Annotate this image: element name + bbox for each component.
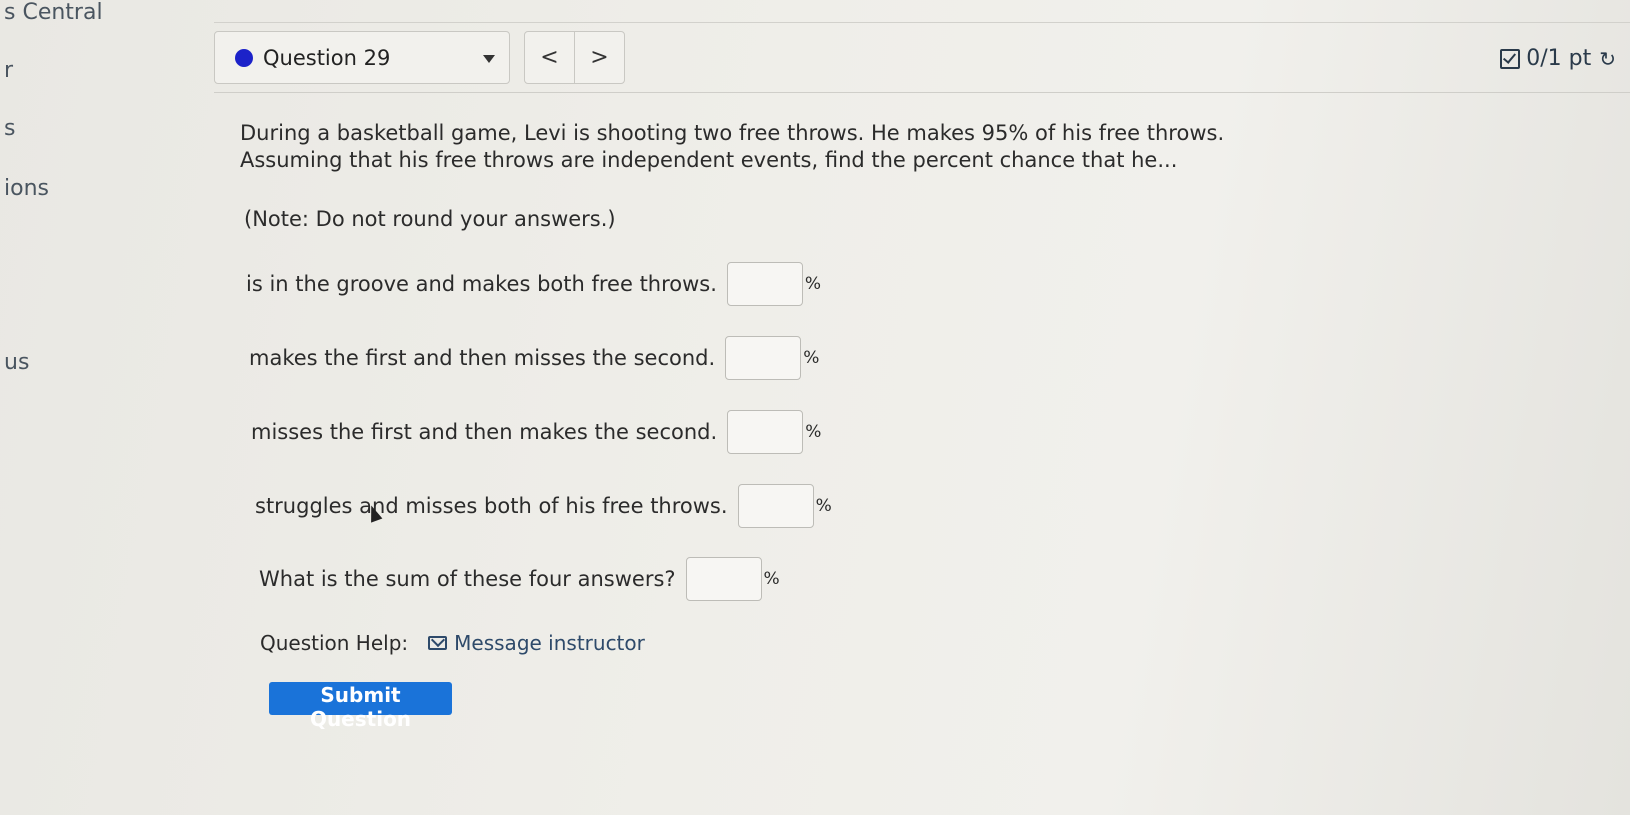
percent-unit: % [805,422,822,442]
header-divider [214,92,1630,93]
percent-unit: % [815,496,832,516]
answer-row: misses the first and then makes the seco… [251,410,821,454]
answer-row: What is the sum of these four answers? % [259,557,780,601]
mail-icon[interactable] [428,636,448,650]
score-text: 0/1 pt [1526,46,1592,71]
question-nav: < > [524,31,625,84]
answer-row: is in the groove and makes both free thr… [246,262,821,306]
message-instructor-link[interactable]: Message instructor [454,631,645,655]
submit-question-button[interactable]: Submit Question [269,682,452,731]
sidebar-item-2[interactable]: r [4,58,13,83]
answer-row: makes the first and then misses the seco… [249,336,819,380]
sidebar-item-central[interactable]: s Central [4,0,103,25]
question-help: Question Help: Message instructor [260,631,645,655]
answer-label: makes the first and then misses the seco… [249,346,716,370]
answer-label: misses the first and then makes the seco… [251,420,718,444]
previous-question-button[interactable]: < [525,32,574,83]
problem-text: During a basketball game, Levi is shooti… [240,121,1225,172]
question-select[interactable]: Question 29 [214,31,510,84]
answer-input-miss-make[interactable] [727,410,804,454]
answer-label: What is the sum of these four answers? [259,567,676,591]
sidebar-item-4[interactable]: ions [4,176,49,201]
status-dot-icon [235,48,253,67]
sidebar-item-5[interactable]: us [4,350,29,375]
retry-icon[interactable]: ↻ [1599,47,1616,71]
question-select-label: Question 29 [263,45,391,70]
score-display: 0/1 pt ↻ [1500,46,1616,71]
question-help-label: Question Help: [260,631,409,655]
answer-input-both-miss[interactable] [737,484,814,528]
answer-input-make-miss[interactable] [725,336,802,380]
checkbox-icon [1500,48,1521,69]
top-divider [214,22,1630,23]
percent-unit: % [804,274,822,294]
percent-unit: % [803,348,820,368]
note-text: (Note: Do not round your answers.) [244,207,616,231]
answer-label: is in the groove and makes both free thr… [246,272,717,296]
next-question-button[interactable]: > [574,32,624,83]
answer-input-sum[interactable] [685,557,762,601]
answer-input-both-make[interactable] [726,262,803,306]
answer-label: struggles and misses both of his free th… [255,494,728,518]
sidebar-item-3[interactable]: s [4,116,15,141]
percent-unit: % [763,569,780,589]
answer-row: struggles and misses both of his free th… [255,484,832,528]
chevron-down-icon [483,55,495,63]
